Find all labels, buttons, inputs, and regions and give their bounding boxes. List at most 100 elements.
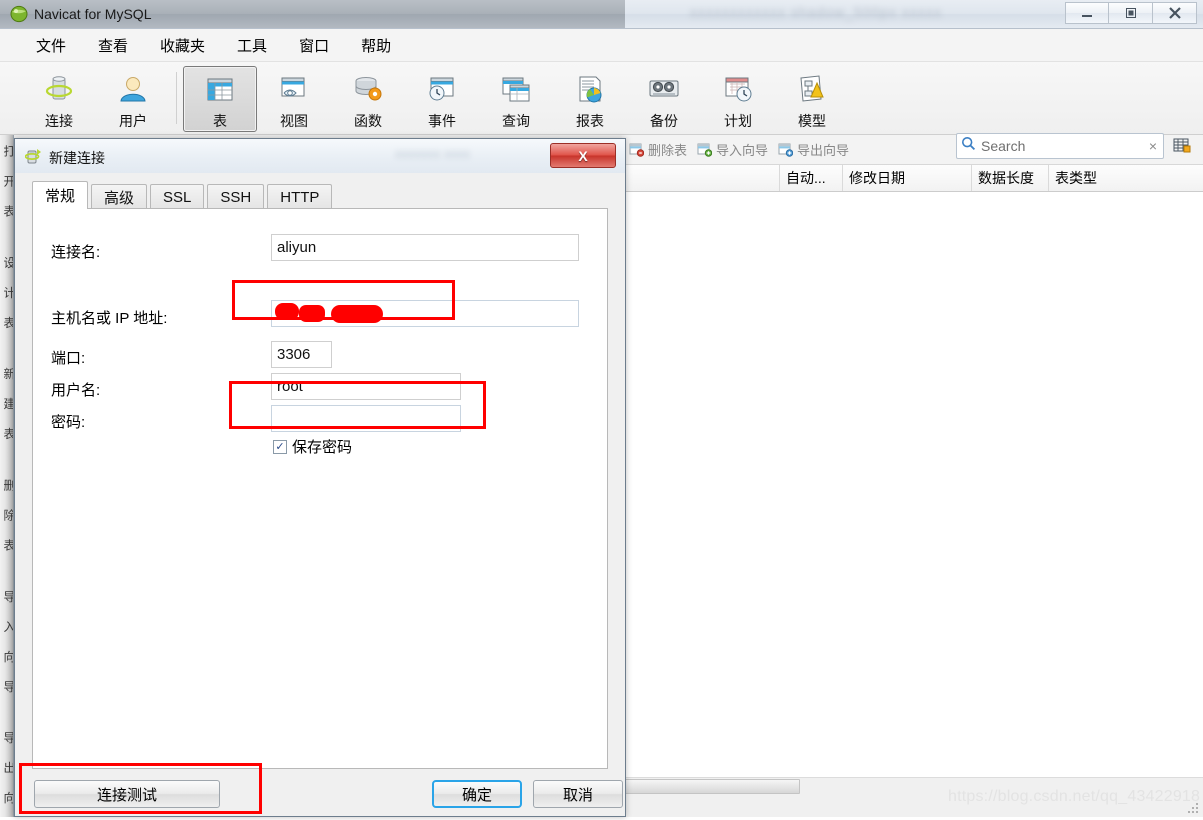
test-connection-button[interactable]: 连接测试 xyxy=(34,780,220,808)
column-header-datalen[interactable]: 数据长度 xyxy=(972,165,1049,191)
column-header-name[interactable] xyxy=(622,165,780,191)
navicat-logo-icon xyxy=(10,5,28,23)
delete-table-label: 删除表 xyxy=(648,143,688,158)
toolbar-label: 连接 xyxy=(45,113,73,129)
dialog-tabstrip: 常规 高级 SSL SSH HTTP xyxy=(32,181,335,209)
toolbar-button-view[interactable]: 视图 xyxy=(257,66,331,132)
ok-button[interactable]: 确定 xyxy=(432,780,522,808)
report-icon xyxy=(573,73,607,107)
grid-options-icon[interactable] xyxy=(1172,136,1192,156)
table-column-headers: 自动... 修改日期 数据长度 表类型 xyxy=(622,165,1203,192)
schedule-icon xyxy=(721,73,755,107)
toolbar-button-query[interactable]: 查询 xyxy=(479,66,553,132)
connection-name-label: 连接名: xyxy=(51,244,101,261)
menu-item-favorites[interactable]: 收藏夹 xyxy=(144,32,221,59)
search-input[interactable]: Search × xyxy=(956,133,1164,159)
host-label: 主机名或 IP 地址: xyxy=(51,310,168,327)
dialog-tab-panel: 连接名: aliyun 主机名或 IP 地址: 47. 端口: 3306 用户名… xyxy=(32,208,608,769)
app-title: Navicat for MySQL xyxy=(34,6,152,22)
toolbar-separator xyxy=(176,72,177,124)
dialog-close-button[interactable]: X xyxy=(550,143,616,168)
toolbar-button-table[interactable]: 表 xyxy=(183,66,257,132)
dialog-title-bar: 新建连接 xxxxxxx xxxx X xyxy=(15,139,625,173)
toolbar-button-backup[interactable]: 备份 xyxy=(627,66,701,132)
tab-general[interactable]: 常规 xyxy=(32,181,89,209)
dialog-title: 新建连接 xyxy=(49,150,105,166)
watermark-text: https://blog.csdn.net/qq_43422918 xyxy=(948,788,1201,805)
export-wizard-icon xyxy=(778,142,794,157)
tab-advanced[interactable]: 高级 xyxy=(91,184,148,209)
event-icon xyxy=(425,73,459,107)
connection-name-input[interactable]: aliyun xyxy=(271,234,579,261)
left-rail-label: 打开表 设计表 新建表 删除表 导入向导 导出向导 xyxy=(2,145,14,817)
host-redaction-blob-3 xyxy=(331,305,383,323)
user-icon xyxy=(116,73,150,107)
import-wizard-icon xyxy=(697,142,713,157)
search-icon xyxy=(961,136,976,156)
password-input[interactable] xyxy=(271,405,461,432)
main-application-window: Navicat for MySQL xxxxxxxxxxxx shadow_50… xyxy=(0,0,1203,817)
column-header-auto[interactable]: 自动... xyxy=(780,165,843,191)
delete-table-button[interactable]: 删除表 xyxy=(626,138,694,161)
export-wizard-button[interactable]: 导出向导 xyxy=(775,138,856,161)
toolbar-label: 计划 xyxy=(724,113,752,129)
tab-ssh[interactable]: SSH xyxy=(207,184,265,209)
tab-ssl[interactable]: SSL xyxy=(150,184,205,209)
username-label: 用户名: xyxy=(51,382,101,399)
menu-bar: 文件 查看 收藏夹 工具 窗口 帮助 xyxy=(0,29,1203,62)
toolbar-label: 函数 xyxy=(354,113,382,129)
dialog-blurred-text: xxxxxxx xxxx xyxy=(395,146,471,161)
menu-item-window[interactable]: 窗口 xyxy=(283,32,345,59)
menu-item-help[interactable]: 帮助 xyxy=(345,32,407,59)
toolbar-button-user[interactable]: 用户 xyxy=(96,66,170,132)
window-controls xyxy=(1065,2,1197,24)
menu-item-tools[interactable]: 工具 xyxy=(221,32,283,59)
username-input[interactable]: root xyxy=(271,373,461,400)
toolbar-button-model[interactable]: 模型 xyxy=(775,66,849,132)
minimize-icon[interactable] xyxy=(1065,2,1109,24)
search-text: Search xyxy=(981,138,1026,154)
model-icon xyxy=(795,73,829,107)
function-icon xyxy=(351,73,385,107)
horizontal-scrollbar-thumb[interactable] xyxy=(624,779,800,794)
toolbar-button-function[interactable]: 函数 xyxy=(331,66,405,132)
maximize-icon[interactable] xyxy=(1109,2,1153,24)
toolbar-button-report[interactable]: 报表 xyxy=(553,66,627,132)
port-input[interactable]: 3306 xyxy=(271,341,332,368)
table-list-body[interactable] xyxy=(622,192,1203,777)
tab-http[interactable]: HTTP xyxy=(267,184,333,209)
menu-item-file[interactable]: 文件 xyxy=(20,32,82,59)
import-wizard-button[interactable]: 导入向导 xyxy=(694,138,775,161)
search-clear-icon[interactable]: × xyxy=(1149,138,1159,154)
port-label: 端口: xyxy=(51,350,86,367)
backup-icon xyxy=(647,73,681,107)
toolbar-button-connection[interactable]: 连接 xyxy=(22,66,96,132)
toolbar-button-event[interactable]: 事件 xyxy=(405,66,479,132)
connection-icon xyxy=(42,73,76,107)
toolbar-label: 查询 xyxy=(502,113,530,129)
blurred-document-title: xxxxxxxxxxxx shadow_500px xxxxx xyxy=(690,4,942,20)
close-icon[interactable] xyxy=(1153,2,1197,24)
new-connection-icon xyxy=(24,147,43,165)
delete-table-icon xyxy=(629,142,645,157)
menu-item-view[interactable]: 查看 xyxy=(82,32,144,59)
window-title-bar: Navicat for MySQL xxxxxxxxxxxx shadow_50… xyxy=(0,0,1203,29)
view-icon xyxy=(277,73,311,107)
save-password-row[interactable]: ✓ 保存密码 xyxy=(273,436,352,457)
toolbar-label: 报表 xyxy=(576,113,604,129)
toolbar-label: 用户 xyxy=(119,113,147,129)
resize-grip-icon[interactable] xyxy=(1186,801,1200,815)
toolbar-label: 备份 xyxy=(650,113,678,129)
toolbar-label: 表 xyxy=(213,113,227,129)
import-wizard-label: 导入向导 xyxy=(716,143,769,158)
toolbar-label: 视图 xyxy=(280,113,308,129)
host-redaction-blob-1 xyxy=(275,303,299,320)
column-header-tabletype[interactable]: 表类型 xyxy=(1049,165,1203,191)
cancel-button[interactable]: 取消 xyxy=(533,780,623,808)
toolbar-button-schedule[interactable]: 计划 xyxy=(701,66,775,132)
column-header-modified[interactable]: 修改日期 xyxy=(843,165,972,191)
save-password-checkbox[interactable]: ✓ xyxy=(273,439,287,454)
new-connection-dialog: 新建连接 xxxxxxx xxxx X 常规 高级 SSL SSH HTTP 连… xyxy=(14,138,626,817)
left-vertical-rail: 打开表 设计表 新建表 删除表 导入向导 导出向导 xyxy=(0,135,14,817)
dialog-footer: 连接测试 确定 取消 xyxy=(32,775,623,813)
